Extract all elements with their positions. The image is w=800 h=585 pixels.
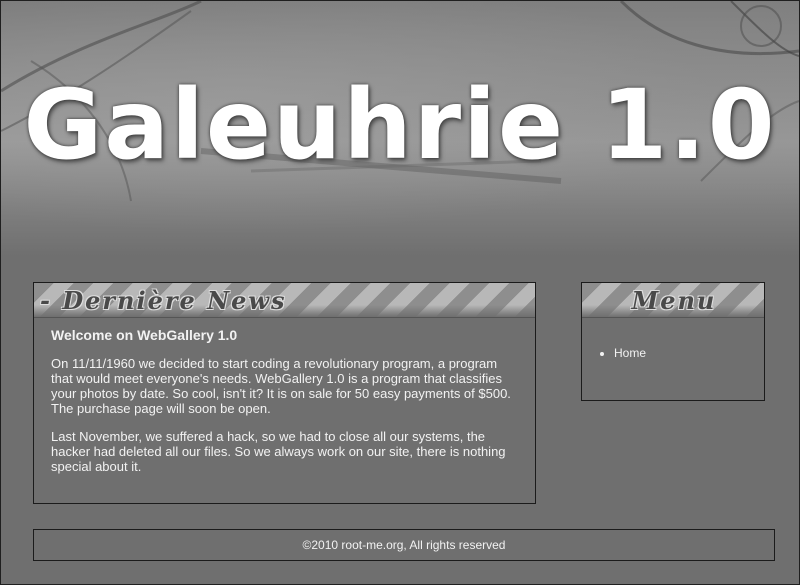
news-panel-header: - Dernière News: [34, 283, 535, 318]
news-heading: Welcome on WebGallery 1.0: [51, 327, 238, 343]
header-banner: Galeuhrie 1.0: [1, 1, 799, 256]
menu-item-home[interactable]: Home: [614, 346, 764, 360]
news-panel: - Dernière News Welcome on WebGallery 1.…: [33, 282, 536, 504]
menu-section-title: Menu: [631, 286, 717, 315]
news-section-title: - Dernière News: [40, 286, 287, 315]
menu-item-label[interactable]: Home: [614, 346, 646, 360]
menu-panel-header: Menu: [582, 283, 764, 318]
news-paragraph: On 11/11/1960 we decided to start coding…: [51, 356, 511, 416]
news-content: Welcome on WebGallery 1.0 On 11/11/1960 …: [34, 318, 535, 497]
footer-copyright: ©2010 root-me.org, All rights reserved: [302, 538, 506, 552]
footer: ©2010 root-me.org, All rights reserved: [33, 529, 775, 561]
page-frame: Galeuhrie 1.0 - Dernière News Welcome on…: [0, 0, 800, 585]
menu-list: Home: [582, 346, 764, 360]
site-title: Galeuhrie 1.0: [23, 69, 777, 181]
menu-panel: Menu Home: [581, 282, 765, 401]
news-paragraph: Last November, we suffered a hack, so we…: [51, 429, 506, 474]
